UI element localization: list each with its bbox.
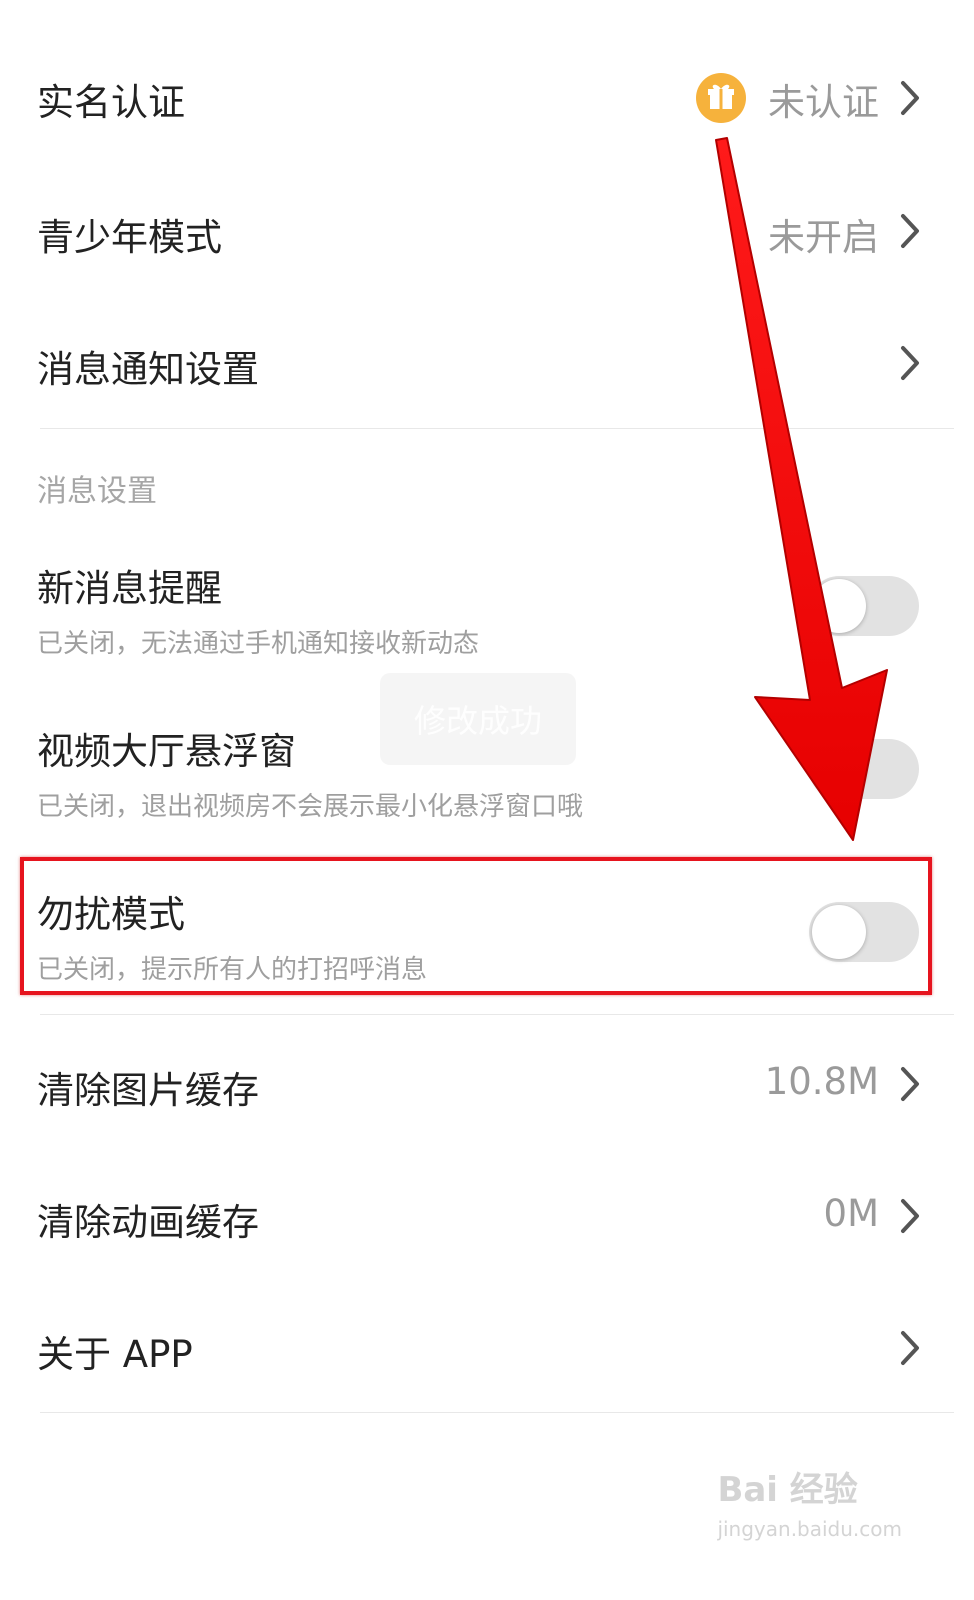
teen-mode-label: 青少年模式: [37, 216, 222, 259]
chevron-right-icon: [901, 1331, 919, 1365]
toggle-knob: [812, 742, 866, 796]
chevron-right-icon: [901, 81, 919, 115]
teen-mode-status: 未开启: [768, 216, 879, 259]
float-window-label: 视频大厅悬浮窗: [37, 730, 296, 773]
new-message-label: 新消息提醒: [37, 567, 222, 610]
about-app-label: 关于 APP: [37, 1333, 193, 1376]
image-cache-size: 10.8M: [764, 1060, 879, 1103]
float-window-toggle[interactable]: [809, 739, 919, 799]
chevron-right-icon: [901, 1067, 919, 1101]
section-title: 消息设置: [37, 474, 157, 509]
toggle-knob: [812, 579, 866, 633]
chevron-right-icon: [901, 1199, 919, 1233]
about-app-row[interactable]: 关于 APP: [0, 1304, 974, 1412]
real-name-label: 实名认证: [37, 81, 185, 124]
new-message-row: 新消息提醒 已关闭，无法通过手机通知接收新动态: [0, 540, 974, 680]
real-name-row[interactable]: 实名认证 未认证: [0, 0, 974, 195]
watermark-main: Bai 经验: [717, 1470, 858, 1510]
divider: [40, 1412, 954, 1413]
clear-anim-cache-label: 清除动画缓存: [37, 1201, 259, 1244]
clear-image-cache-label: 清除图片缓存: [37, 1069, 259, 1112]
clear-anim-cache-row[interactable]: 清除动画缓存 0M: [0, 1172, 974, 1304]
real-name-status: 未认证: [768, 81, 879, 124]
float-window-desc: 已关闭，退出视频房不会展示最小化悬浮窗口哦: [37, 792, 584, 822]
new-message-desc: 已关闭，无法通过手机通知接收新动态: [37, 629, 480, 659]
toast-message: 修改成功: [380, 673, 576, 765]
clear-image-cache-row[interactable]: 清除图片缓存 10.8M: [0, 1040, 974, 1172]
divider: [40, 428, 954, 429]
chevron-right-icon: [901, 214, 919, 248]
teen-mode-row[interactable]: 青少年模式 未开启: [0, 195, 974, 327]
baidu-watermark: Bai 经验 jingyan.baidu.com: [717, 1462, 902, 1541]
watermark-sub: jingyan.baidu.com: [717, 1517, 902, 1541]
anim-cache-size: 0M: [823, 1192, 879, 1235]
new-message-toggle[interactable]: [809, 576, 919, 636]
notification-settings-label: 消息通知设置: [37, 348, 259, 391]
highlight-box: [20, 857, 932, 995]
divider: [40, 1014, 954, 1015]
gift-icon: [696, 73, 746, 123]
chevron-right-icon: [901, 346, 919, 380]
notification-settings-row[interactable]: 消息通知设置: [0, 327, 974, 427]
